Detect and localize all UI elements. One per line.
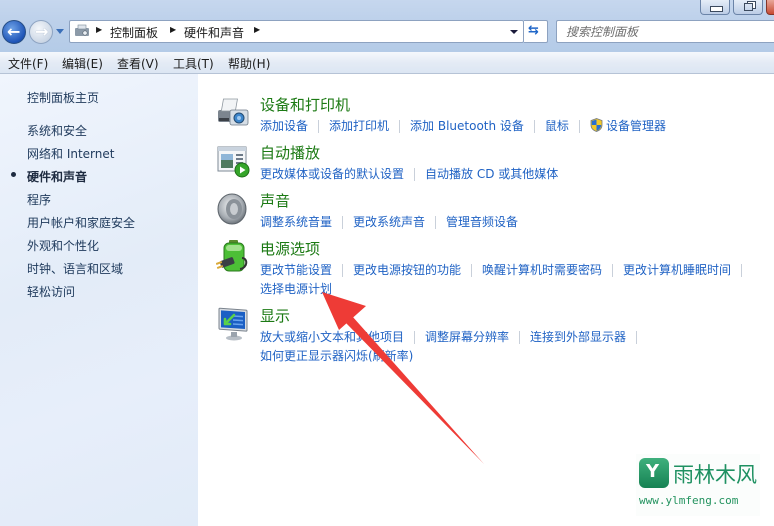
mouse-link[interactable]: 鼠标	[545, 119, 569, 133]
link-separator	[435, 216, 437, 229]
back-button[interactable]: ←	[2, 20, 26, 44]
link-separator	[636, 331, 638, 344]
change-power-button-link[interactable]: 更改电源按钮的功能	[353, 263, 461, 277]
link-separator	[414, 331, 416, 344]
breadcrumb-control-panel[interactable]: 控制面板	[110, 24, 158, 41]
close-button[interactable]	[766, 0, 774, 15]
refresh-button[interactable]: ⇆	[524, 20, 548, 43]
forward-arrow-icon: →	[35, 22, 49, 41]
link-separator	[414, 168, 416, 181]
adjust-volume-link[interactable]: 调整系统音量	[260, 215, 332, 229]
category-links: 添加设备 添加打印机 添加 Bluetooth 设备 鼠标 设备管理器	[260, 117, 666, 134]
sidebar-item-ease-of-access[interactable]: 轻松访问	[27, 283, 75, 300]
link-separator	[578, 120, 580, 133]
battery-plug-icon	[216, 240, 248, 272]
change-power-saving-link[interactable]: 更改节能设置	[260, 263, 332, 277]
category-title[interactable]: 显示	[260, 305, 290, 326]
device-manager-link[interactable]: 设备管理器	[606, 119, 666, 133]
connect-external-display-link[interactable]: 连接到外部显示器	[530, 330, 626, 344]
category-links: 更改媒体或设备的默认设置 自动播放 CD 或其他媒体	[260, 165, 558, 182]
category-links: 更改节能设置 更改电源按钮的功能 唤醒计算机时需要密码 更改计算机睡眠时间	[260, 261, 752, 278]
menu-file[interactable]: 文件(F)	[8, 55, 48, 72]
printer-camera-icon	[218, 98, 249, 126]
sidebar: 控制面板主页 系统和安全 网络和 Internet 硬件和声音 程序 用户帐户和…	[0, 74, 198, 526]
category-links: 调整系统音量 更改系统声音 管理音频设备	[260, 213, 518, 230]
category-title[interactable]: 声音	[260, 190, 290, 211]
menu-help[interactable]: 帮助(H)	[228, 55, 270, 72]
link-separator	[612, 264, 614, 277]
link-separator	[318, 120, 320, 133]
arrow-head	[322, 292, 366, 330]
control-panel-icon	[75, 24, 89, 36]
category-links: 放大或缩小文本和其他项目 调整屏幕分辨率 连接到外部显示器	[260, 328, 647, 345]
autoplay-icon	[217, 146, 250, 178]
watermark: Y 雨林木风 www.ylmfeng.com	[636, 454, 760, 516]
category-title[interactable]: 自动播放	[260, 142, 320, 163]
change-media-defaults-link[interactable]: 更改媒体或设备的默认设置	[260, 167, 404, 181]
menu-view[interactable]: 查看(V)	[117, 55, 159, 72]
category-links-line2: 选择电源计划	[260, 280, 332, 297]
forward-button[interactable]: →	[29, 20, 53, 44]
search-input[interactable]	[557, 21, 774, 42]
autoplay-cd-link[interactable]: 自动播放 CD 或其他媒体	[425, 167, 558, 181]
recent-pages-dropdown[interactable]	[56, 29, 64, 34]
minimize-button[interactable]	[700, 0, 730, 15]
sidebar-item-hardware-sound[interactable]: 硬件和声音	[27, 168, 87, 185]
breadcrumb-chevron-icon[interactable]: ▶	[170, 25, 176, 34]
speaker-icon	[217, 193, 247, 225]
change-sleep-time-link[interactable]: 更改计算机睡眠时间	[623, 263, 731, 277]
sidebar-item-network[interactable]: 网络和 Internet	[27, 145, 114, 162]
link-separator	[533, 120, 535, 133]
uac-shield-icon	[590, 118, 603, 132]
category-links-line2: 如何更正显示器闪烁(刷新率)	[260, 347, 413, 364]
scale-text-link[interactable]: 放大或缩小文本和其他项目	[260, 330, 404, 344]
sidebar-item-programs[interactable]: 程序	[27, 191, 51, 208]
require-password-wakeup-link[interactable]: 唤醒计算机时需要密码	[482, 263, 602, 277]
link-separator	[741, 264, 743, 277]
search-box[interactable]	[556, 20, 774, 43]
watermark-logo-icon: Y	[639, 458, 669, 488]
refresh-icon: ⇆	[528, 23, 539, 38]
sidebar-item-appearance[interactable]: 外观和个性化	[27, 237, 99, 254]
fix-monitor-flicker-link[interactable]: 如何更正显示器闪烁(刷新率)	[260, 349, 413, 363]
category-title[interactable]: 设备和打印机	[260, 94, 350, 115]
adjust-resolution-link[interactable]: 调整屏幕分辨率	[425, 330, 509, 344]
breadcrumb-chevron-icon[interactable]: ▶	[254, 25, 260, 34]
restore-button[interactable]	[733, 0, 763, 15]
choose-power-plan-link[interactable]: 选择电源计划	[260, 282, 332, 296]
address-bar[interactable]: ▶ 控制面板 ▶ 硬件和声音 ▶	[69, 20, 524, 43]
breadcrumb-chevron-icon[interactable]: ▶	[96, 25, 102, 34]
link-separator	[471, 264, 473, 277]
menu-bar: 文件(F) 编辑(E) 查看(V) 工具(T) 帮助(H)	[0, 52, 774, 74]
monitor-icon	[218, 307, 248, 341]
link-separator	[342, 264, 344, 277]
add-bluetooth-device-link[interactable]: 添加 Bluetooth 设备	[410, 119, 524, 133]
change-system-sounds-link[interactable]: 更改系统声音	[353, 215, 425, 229]
link-separator	[342, 216, 344, 229]
add-printer-link[interactable]: 添加打印机	[329, 119, 389, 133]
sidebar-item-clock-region[interactable]: 时钟、语言和区域	[27, 260, 123, 277]
watermark-url: www.ylmfeng.com	[639, 494, 739, 507]
link-separator	[519, 331, 521, 344]
active-bullet-icon	[11, 172, 16, 177]
category-title[interactable]: 电源选项	[260, 238, 320, 259]
link-separator	[399, 120, 401, 133]
manage-audio-devices-link[interactable]: 管理音频设备	[446, 215, 518, 229]
address-dropdown-icon[interactable]	[510, 30, 518, 34]
watermark-name: 雨林木风	[673, 463, 757, 487]
sidebar-item-system-security[interactable]: 系统和安全	[27, 122, 87, 139]
title-bar: ← → ▶ 控制面板 ▶ 硬件和声音 ▶ ⇆	[0, 0, 774, 52]
sidebar-item-user-accounts[interactable]: 用户帐户和家庭安全	[27, 214, 135, 231]
menu-edit[interactable]: 编辑(E)	[62, 55, 103, 72]
sidebar-home-link[interactable]: 控制面板主页	[27, 89, 99, 106]
menu-tools[interactable]: 工具(T)	[173, 55, 214, 72]
add-device-link[interactable]: 添加设备	[260, 119, 308, 133]
breadcrumb-hardware-sound[interactable]: 硬件和声音	[184, 24, 244, 41]
back-arrow-icon: ←	[7, 22, 21, 41]
